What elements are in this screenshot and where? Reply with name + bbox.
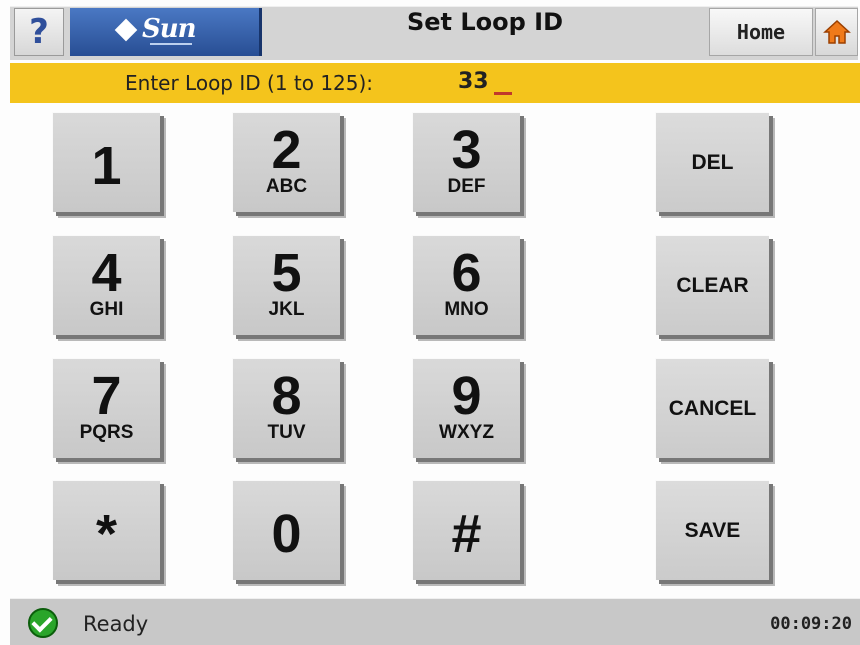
key-0[interactable]: 0 — [232, 480, 340, 580]
key-3-letters: DEF — [447, 176, 486, 197]
logo-underline — [150, 43, 192, 45]
key-star[interactable]: * — [52, 480, 160, 580]
status-text: Ready — [83, 612, 149, 636]
key-5[interactable]: 5 JKL — [232, 235, 340, 335]
key-1[interactable]: 1 — [52, 112, 160, 212]
key-6-letters: MNO — [444, 299, 489, 320]
key-7[interactable]: 7 PQRS — [52, 358, 160, 458]
loop-id-label: Enter Loop ID (1 to 125): — [125, 71, 374, 95]
key-4-letters: GHI — [89, 299, 124, 320]
cancel-button[interactable]: CANCEL — [655, 358, 769, 458]
del-button[interactable]: DEL — [655, 112, 769, 212]
key-6[interactable]: 6 MNO — [412, 235, 520, 335]
key-2[interactable]: 2 ABC — [232, 112, 340, 212]
key-8-digit: 8 — [271, 366, 302, 426]
status-bar: Ready 00:09:20 — [10, 598, 860, 645]
logo-text: Sun — [142, 14, 197, 44]
key-9[interactable]: 9 WXYZ — [412, 358, 520, 458]
key-8[interactable]: 8 TUV — [232, 358, 340, 458]
key-2-letters: ABC — [265, 176, 308, 197]
key-4[interactable]: 4 GHI — [52, 235, 160, 335]
status-time: 00:09:20 — [770, 614, 852, 634]
key-8-letters: TUV — [267, 422, 306, 443]
key-3[interactable]: 3 DEF — [412, 112, 520, 212]
key-5-digit: 5 — [271, 243, 302, 303]
page-title: Set Loop ID — [406, 8, 564, 36]
diamond-icon — [114, 18, 138, 42]
home-icon-button[interactable] — [815, 8, 858, 56]
sun-logo: Sun — [70, 8, 262, 56]
key-7-digit: 7 — [91, 366, 122, 426]
clear-button[interactable]: CLEAR — [655, 235, 769, 335]
key-2-digit: 2 — [271, 120, 302, 180]
key-1-digit: 1 — [91, 136, 122, 196]
text-cursor — [494, 92, 512, 95]
key-hash-symbol: # — [451, 504, 482, 564]
key-star-symbol: * — [95, 504, 117, 564]
home-button[interactable]: Home — [709, 8, 813, 56]
key-7-letters: PQRS — [79, 422, 134, 443]
help-button[interactable]: ? — [14, 8, 64, 56]
key-3-digit: 3 — [451, 120, 482, 180]
save-button[interactable]: SAVE — [655, 480, 769, 580]
key-5-letters: JKL — [268, 299, 305, 320]
loop-id-input-value[interactable]: 33 — [458, 69, 489, 94]
key-0-digit: 0 — [271, 504, 302, 564]
key-hash[interactable]: # — [412, 480, 520, 580]
loop-id-entry-bar: Enter Loop ID (1 to 125): 33 — [10, 63, 860, 103]
key-4-digit: 4 — [91, 243, 122, 303]
home-icon — [823, 19, 851, 44]
key-6-digit: 6 — [451, 243, 482, 303]
key-9-digit: 9 — [451, 366, 482, 426]
checkmark-icon — [28, 608, 58, 638]
set-loop-id-screen: ? Sun Set Loop ID Home Enter Loop ID (1 … — [0, 0, 860, 645]
check-glyph — [31, 611, 53, 633]
key-9-letters: WXYZ — [439, 422, 494, 443]
